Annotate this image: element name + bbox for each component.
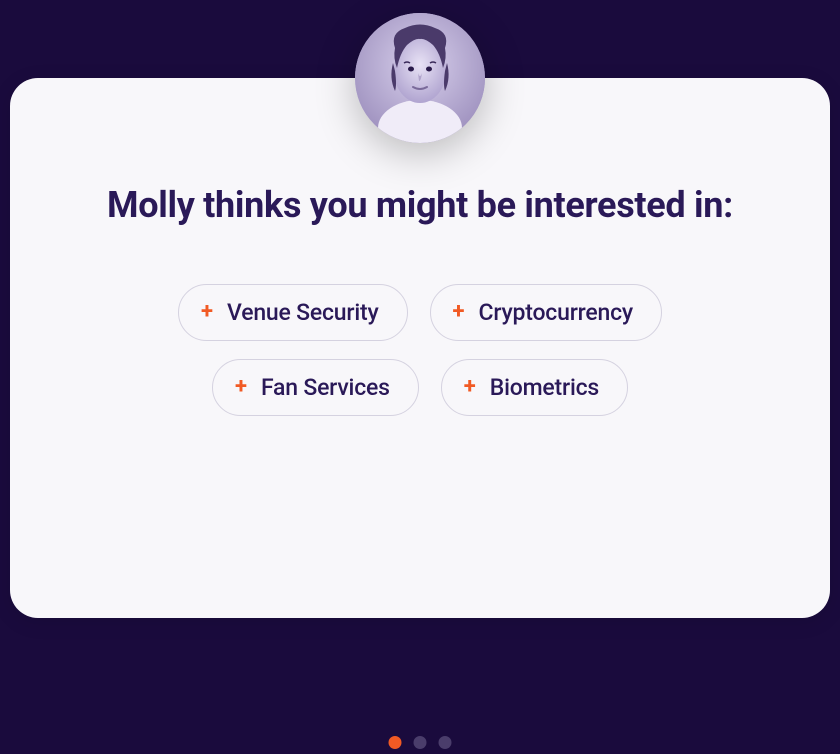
chip-venue-security[interactable]: + Venue Security <box>178 284 407 341</box>
chip-label: Venue Security <box>227 299 378 326</box>
pagination-dots <box>389 736 452 749</box>
plus-icon: + <box>235 376 247 398</box>
chip-fan-services[interactable]: + Fan Services <box>212 359 419 416</box>
chip-label: Biometrics <box>490 374 599 401</box>
suggestion-card: Molly thinks you might be interested in:… <box>10 78 830 618</box>
pagination-dot-2[interactable] <box>414 736 427 749</box>
chip-container: + Venue Security + Cryptocurrency + Fan … <box>100 284 740 416</box>
plus-icon: + <box>201 301 213 323</box>
avatar-image <box>355 13 485 143</box>
avatar <box>355 13 485 143</box>
pagination-dot-1[interactable] <box>389 736 402 749</box>
suggestion-heading: Molly thinks you might be interested in: <box>60 178 780 234</box>
plus-icon: + <box>464 376 476 398</box>
pagination-dot-3[interactable] <box>439 736 452 749</box>
chip-cryptocurrency[interactable]: + Cryptocurrency <box>430 284 662 341</box>
chip-biometrics[interactable]: + Biometrics <box>441 359 628 416</box>
chip-label: Fan Services <box>261 374 390 401</box>
chip-label: Cryptocurrency <box>479 299 633 326</box>
plus-icon: + <box>453 301 465 323</box>
